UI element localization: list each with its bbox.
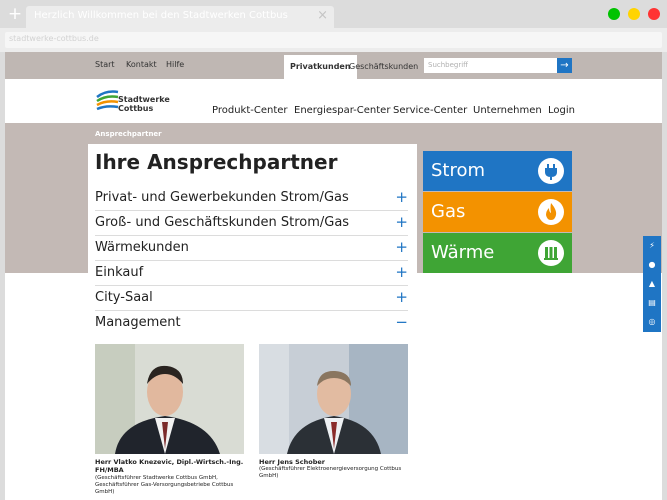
accordion-label: City-Saal	[95, 290, 153, 305]
flame-icon	[538, 199, 564, 225]
window-maximize-dot[interactable]	[608, 8, 620, 20]
segment-geschaeftskunden[interactable]: Geschäftskunden	[343, 55, 424, 79]
energy-tile-strom[interactable]: Strom	[423, 151, 572, 191]
tab-bar: + Herzlich Willkommen bei den Stadtwerke…	[0, 0, 667, 28]
accordion-label: Einkauf	[95, 265, 144, 280]
contact-role: (Geschäftsführer Elektroenergieversorgun…	[259, 466, 402, 479]
web-page: Start Kontakt Hilfe Privatkunden Geschäf…	[5, 52, 662, 500]
portrait-image	[259, 344, 408, 454]
tab-title: Herzlich Willkommen bei den Stadtwerken …	[34, 10, 288, 21]
person-icon[interactable]: ●	[643, 255, 661, 274]
accordion-label: Groß- und Geschäftskunden Strom/Gas	[95, 215, 350, 230]
minus-icon: −	[395, 313, 408, 331]
lifebuoy-icon[interactable]: ◎	[643, 312, 661, 331]
window-close-dot[interactable]	[648, 8, 660, 20]
accordion-privat-gewerbe[interactable]: Privat- und Gewerbekunden Strom/Gas +	[95, 186, 408, 211]
plus-icon: +	[395, 288, 408, 306]
plus-icon: +	[395, 213, 408, 231]
stadtwerke-logo[interactable]: Stadtwerke Cottbus	[96, 87, 170, 117]
plus-icon: +	[395, 238, 408, 256]
nav-login[interactable]: Login	[548, 105, 575, 116]
contact-photo-knezevic	[95, 344, 244, 454]
accordion-gross-geschaeft[interactable]: Groß- und Geschäftskunden Strom/Gas +	[95, 211, 408, 236]
url-text: stadtwerke-cottbus.de	[9, 34, 99, 43]
nav-service-center[interactable]: Service-Center	[393, 105, 467, 116]
topnav-kontakt[interactable]: Kontakt	[126, 60, 157, 69]
site-header: Stadtwerke Cottbus Produkt-Center Energi…	[5, 79, 662, 123]
side-toolbar: ⚡ ● ▲ ▤ ◎	[643, 236, 661, 332]
browser-tab[interactable]: Herzlich Willkommen bei den Stadtwerken …	[26, 6, 334, 28]
browser-window: + Herzlich Willkommen bei den Stadtwerke…	[0, 0, 667, 500]
accordion-waermekunden[interactable]: Wärmekunden +	[95, 236, 408, 261]
search-placeholder: Suchbegriff	[428, 61, 469, 69]
nav-unternehmen[interactable]: Unternehmen	[473, 105, 542, 116]
plus-icon: +	[395, 263, 408, 281]
url-field[interactable]: stadtwerke-cottbus.de	[5, 32, 662, 48]
topnav-hilfe[interactable]: Hilfe	[166, 60, 184, 69]
main-content: Ihre Ansprechpartner Privat- und Gewerbe…	[88, 144, 417, 500]
accordion-einkauf[interactable]: Einkauf +	[95, 261, 408, 286]
new-tab-button[interactable]: +	[6, 5, 24, 23]
logo-text: Stadtwerke Cottbus	[118, 95, 170, 113]
radiator-icon	[538, 240, 564, 266]
accordion-label: Wärmekunden	[95, 240, 189, 255]
nav-produkt-center[interactable]: Produkt-Center	[212, 105, 288, 116]
breadcrumb[interactable]: Ansprechpartner	[95, 130, 162, 138]
address-bar: stadtwerke-cottbus.de	[0, 28, 667, 52]
energy-label: Gas	[431, 201, 466, 222]
energy-label: Wärme	[431, 242, 495, 263]
lightning-icon[interactable]: ⚡	[643, 236, 661, 255]
window-minimize-dot[interactable]	[628, 8, 640, 20]
topnav-start[interactable]: Start	[95, 60, 115, 69]
top-nav: Start Kontakt Hilfe Privatkunden Geschäf…	[5, 52, 662, 79]
contact-photo-schober	[259, 344, 408, 454]
contact-role: (Geschäftsführer Stadtwerke Cottbus GmbH…	[95, 475, 234, 495]
plus-icon: +	[395, 188, 408, 206]
accordion-management[interactable]: Management −	[95, 311, 408, 336]
energy-tile-gas[interactable]: Gas	[423, 192, 572, 232]
energy-tile-waerme[interactable]: Wärme	[423, 233, 572, 273]
contact-name: Herr Vlatko Knezevic, Dipl.-Wirtsch.-Ing…	[95, 458, 244, 474]
plug-icon	[538, 158, 564, 184]
pyramid-icon[interactable]: ▲	[643, 274, 661, 293]
logo-line2: Cottbus	[118, 104, 154, 113]
search-submit-button[interactable]: →	[557, 58, 572, 73]
page-title: Ihre Ansprechpartner	[95, 150, 338, 174]
search-input[interactable]: Suchbegriff	[424, 58, 557, 73]
portrait-image	[95, 344, 244, 454]
contact-name: Herr Jens Schober	[259, 458, 326, 466]
logo-line1: Stadtwerke	[118, 95, 170, 104]
document-icon[interactable]: ▤	[643, 293, 661, 312]
accordion-city-saal[interactable]: City-Saal +	[95, 286, 408, 311]
nav-energiespar-center[interactable]: Energiespar-Center	[294, 105, 390, 116]
accordion-label: Privat- und Gewerbekunden Strom/Gas	[95, 190, 349, 205]
tab-close-icon[interactable]: ×	[317, 8, 328, 23]
accordion-label: Management	[95, 315, 181, 330]
energy-label: Strom	[431, 160, 486, 181]
